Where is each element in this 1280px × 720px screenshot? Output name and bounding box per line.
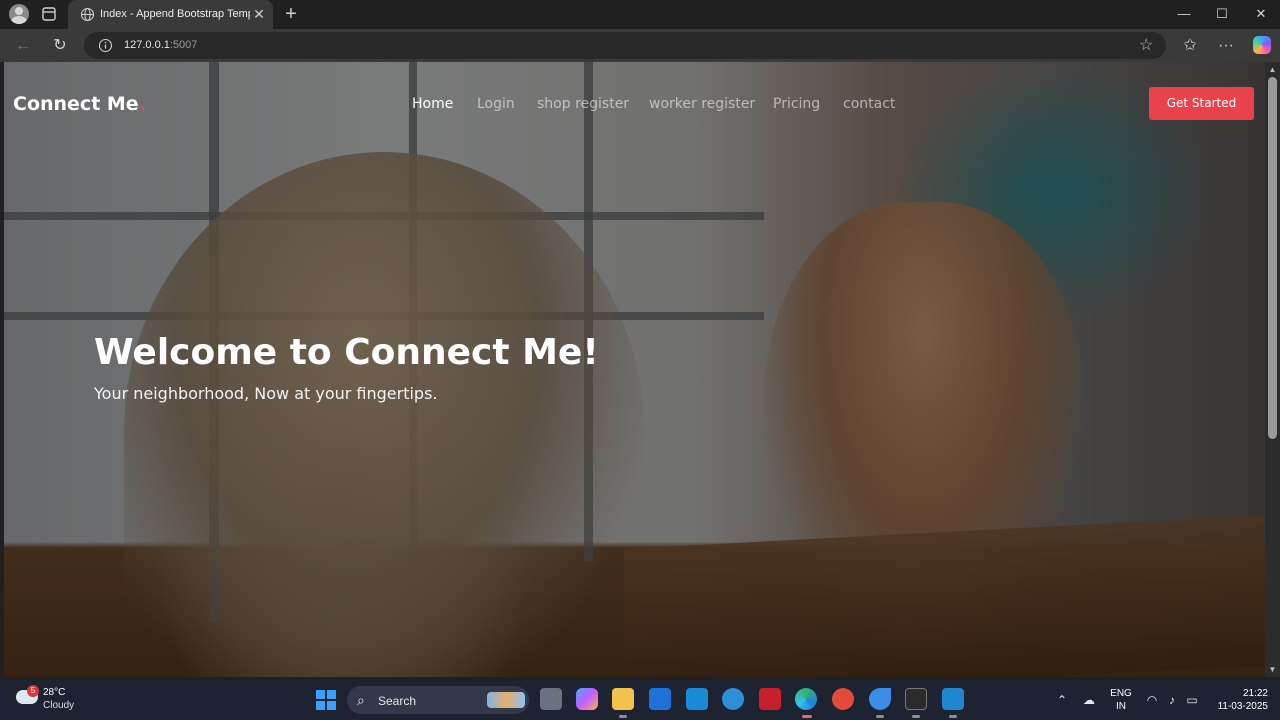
tab-close-icon[interactable]: ✕: [252, 7, 266, 21]
browser-toolbar: ← ↻ 127.0.0.1:5007 ☆ ✩ ···: [0, 29, 1280, 62]
maximize-icon[interactable]: ☐: [1212, 5, 1232, 23]
windows-start-icon[interactable]: [316, 690, 336, 710]
scroll-down-icon[interactable]: ▼: [1268, 665, 1277, 674]
copilot-icon[interactable]: [1253, 36, 1271, 54]
star-icon[interactable]: ☆: [1139, 37, 1156, 54]
language-indicator[interactable]: ENG IN: [1110, 687, 1132, 713]
task-view-icon[interactable]: [540, 688, 562, 710]
window-close-icon[interactable]: ✕: [1251, 5, 1271, 23]
python-icon[interactable]: [722, 688, 744, 710]
running-indicator: [876, 715, 884, 718]
url-host: 127.0.0.1: [124, 39, 170, 51]
profile-avatar-icon[interactable]: [9, 4, 29, 24]
clock-time: 21:22: [1242, 688, 1268, 699]
wifi-icon[interactable]: ◠: [1144, 692, 1160, 708]
page-scrollbar[interactable]: ▲ ▼: [1265, 62, 1280, 677]
file-explorer-icon[interactable]: [612, 688, 634, 710]
hero-title: Welcome to Connect Me!: [94, 332, 599, 373]
browser-tab-bar: Index - Append Bootstrap Template ✕ + — …: [0, 0, 1280, 29]
weather-condition[interactable]: Cloudy: [43, 700, 74, 711]
minimize-icon[interactable]: —: [1174, 5, 1194, 23]
copilot-app-icon[interactable]: [576, 688, 598, 710]
taskbar-search[interactable]: ⌕ Search: [347, 686, 529, 714]
reload-icon[interactable]: ↻: [50, 36, 70, 56]
weather-temperature[interactable]: 28°C: [43, 687, 65, 698]
chevron-up-icon[interactable]: ⌃: [1054, 692, 1070, 708]
language-region: IN: [1116, 701, 1126, 712]
windows-taskbar: 5 28°C Cloudy ⌕ Search ⌃ ☁ ENG IN ◠ ♪ ▭ 2…: [0, 680, 1280, 720]
brand-dot: .: [138, 93, 146, 115]
edge-browser-icon[interactable]: [795, 688, 817, 710]
hero-subtitle: Your neighborhood, Now at your fingertip…: [94, 384, 438, 403]
running-indicator: [912, 715, 920, 718]
volume-icon[interactable]: ♪: [1164, 692, 1180, 708]
mcafee-icon[interactable]: [759, 688, 781, 710]
site-logo[interactable]: Connect Me.: [13, 93, 146, 115]
url-text: 127.0.0.1:5007: [124, 39, 197, 51]
globe-icon: [80, 7, 95, 22]
nav-login[interactable]: Login: [477, 96, 515, 112]
nav-home[interactable]: Home: [412, 96, 453, 112]
microsoft-store-icon[interactable]: [649, 688, 671, 710]
clock-date: 11-03-2025: [1217, 701, 1268, 712]
search-label: Search: [378, 694, 417, 708]
wps-office-icon[interactable]: [832, 688, 854, 710]
get-started-button[interactable]: Get Started: [1149, 87, 1254, 120]
running-indicator: [619, 715, 627, 718]
onedrive-cloud-icon[interactable]: ☁: [1081, 692, 1097, 708]
nav-worker-register[interactable]: worker register: [649, 96, 755, 112]
mysql-workbench-icon[interactable]: [686, 688, 708, 710]
new-tab-icon[interactable]: +: [281, 4, 301, 24]
tab-actions-icon[interactable]: [40, 5, 58, 23]
browser-tab-active[interactable]: Index - Append Bootstrap Template ✕: [68, 0, 273, 29]
terminal-icon[interactable]: [905, 688, 927, 710]
scroll-thumb[interactable]: [1268, 77, 1277, 439]
brand-text: Connect Me: [13, 93, 139, 115]
active-app-indicator: [802, 715, 812, 718]
weather-badge: 5: [27, 685, 39, 697]
vscode-icon[interactable]: [942, 688, 964, 710]
tab-title: Index - Append Bootstrap Template: [100, 8, 250, 20]
language-code: ENG: [1110, 688, 1132, 699]
scroll-up-icon[interactable]: ▲: [1268, 65, 1277, 74]
info-icon[interactable]: [98, 38, 113, 53]
hero-section: Connect Me. Home Login shop register wor…: [4, 62, 1265, 677]
search-icon: ⌕: [357, 692, 365, 708]
address-bar[interactable]: 127.0.0.1:5007 ☆: [84, 32, 1166, 59]
system-clock[interactable]: 21:22 11-03-2025: [1208, 687, 1268, 713]
nav-shop-register[interactable]: shop register: [537, 96, 629, 112]
nav-pricing[interactable]: Pricing: [773, 96, 820, 112]
battery-icon[interactable]: ▭: [1184, 692, 1200, 708]
back-icon[interactable]: ←: [13, 36, 33, 56]
running-indicator: [949, 715, 957, 718]
site-header: Connect Me. Home Login shop register wor…: [4, 62, 1265, 146]
search-highlight-icon: [487, 692, 525, 708]
url-port: :5007: [169, 39, 198, 51]
nav-contact[interactable]: contact: [843, 96, 895, 112]
migration-app-icon[interactable]: [869, 688, 891, 710]
favorites-icon[interactable]: ✩: [1180, 36, 1200, 56]
more-icon[interactable]: ···: [1216, 36, 1236, 56]
